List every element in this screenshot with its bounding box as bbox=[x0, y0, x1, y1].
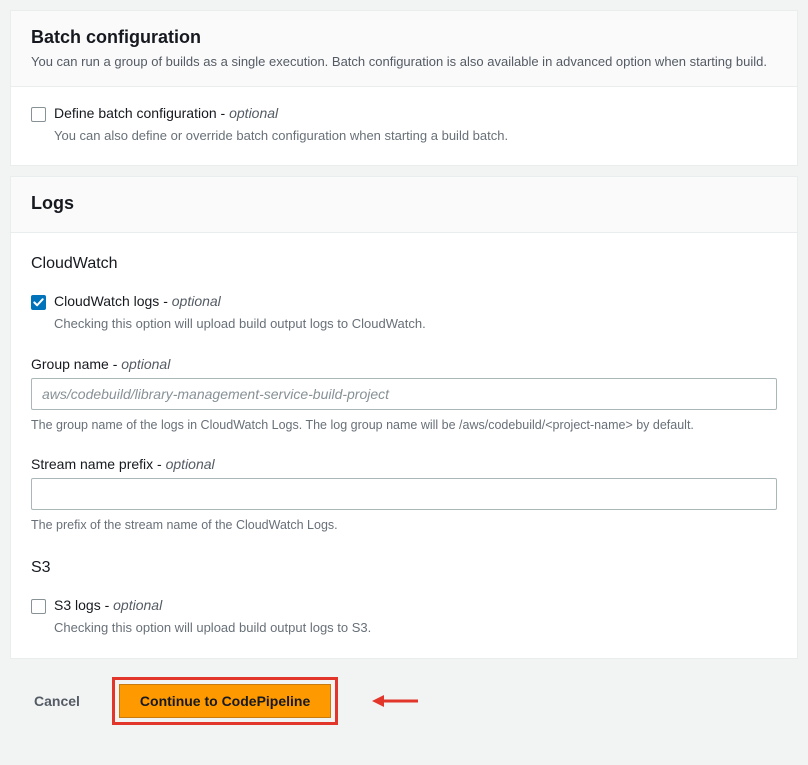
batch-config-panel: Batch configuration You can run a group … bbox=[10, 10, 798, 166]
group-name-field: Group name - optional The group name of … bbox=[31, 356, 777, 435]
arrow-left-icon bbox=[372, 693, 418, 709]
stream-prefix-optional: optional bbox=[166, 456, 215, 472]
s3-logs-row: S3 logs - optional bbox=[31, 597, 777, 614]
group-name-input[interactable] bbox=[31, 378, 777, 410]
s3-heading: S3 bbox=[31, 559, 777, 577]
logs-title: Logs bbox=[31, 193, 777, 214]
cancel-button[interactable]: Cancel bbox=[34, 693, 80, 709]
group-name-label-text: Group name - bbox=[31, 356, 121, 372]
check-icon bbox=[33, 297, 44, 308]
continue-button[interactable]: Continue to CodePipeline bbox=[119, 684, 331, 718]
stream-prefix-field: Stream name prefix - optional The prefix… bbox=[31, 456, 777, 535]
define-batch-row: Define batch configuration - optional bbox=[31, 105, 777, 122]
cloudwatch-logs-optional: optional bbox=[172, 293, 221, 309]
cloudwatch-logs-label: CloudWatch logs - optional bbox=[54, 293, 221, 309]
cloudwatch-logs-checkbox[interactable] bbox=[31, 295, 46, 310]
group-name-label: Group name - optional bbox=[31, 356, 777, 372]
stream-prefix-label-text: Stream name prefix - bbox=[31, 456, 166, 472]
cloudwatch-heading: CloudWatch bbox=[31, 255, 777, 273]
group-name-help: The group name of the logs in CloudWatch… bbox=[31, 416, 777, 435]
s3-logs-label-text: S3 logs - bbox=[54, 597, 113, 613]
s3-logs-optional: optional bbox=[113, 597, 162, 613]
stream-prefix-help: The prefix of the stream name of the Clo… bbox=[31, 516, 777, 535]
cloudwatch-logs-desc: Checking this option will upload build o… bbox=[54, 314, 777, 334]
batch-config-title: Batch configuration bbox=[31, 27, 777, 48]
s3-logs-desc: Checking this option will upload build o… bbox=[54, 618, 777, 638]
action-row: Cancel Continue to CodePipeline bbox=[0, 659, 808, 743]
s3-logs-label: S3 logs - optional bbox=[54, 597, 162, 613]
define-batch-optional: optional bbox=[229, 105, 278, 121]
cloudwatch-logs-row: CloudWatch logs - optional bbox=[31, 293, 777, 310]
logs-panel: Logs CloudWatch CloudWatch logs - option… bbox=[10, 176, 798, 659]
stream-prefix-input[interactable] bbox=[31, 478, 777, 510]
define-batch-label-text: Define batch configuration - bbox=[54, 105, 229, 121]
cloudwatch-logs-label-text: CloudWatch logs - bbox=[54, 293, 172, 309]
s3-logs-checkbox[interactable] bbox=[31, 599, 46, 614]
define-batch-checkbox[interactable] bbox=[31, 107, 46, 122]
stream-prefix-label: Stream name prefix - optional bbox=[31, 456, 777, 472]
define-batch-label: Define batch configuration - optional bbox=[54, 105, 278, 121]
logs-body: CloudWatch CloudWatch logs - optional Ch… bbox=[11, 233, 797, 658]
batch-config-desc: You can run a group of builds as a singl… bbox=[31, 52, 777, 72]
batch-config-body: Define batch configuration - optional Yo… bbox=[11, 87, 797, 166]
batch-config-header: Batch configuration You can run a group … bbox=[11, 11, 797, 87]
logs-header: Logs bbox=[11, 177, 797, 233]
continue-button-highlight: Continue to CodePipeline bbox=[112, 677, 338, 725]
group-name-optional: optional bbox=[121, 356, 170, 372]
define-batch-desc: You can also define or override batch co… bbox=[54, 126, 777, 146]
